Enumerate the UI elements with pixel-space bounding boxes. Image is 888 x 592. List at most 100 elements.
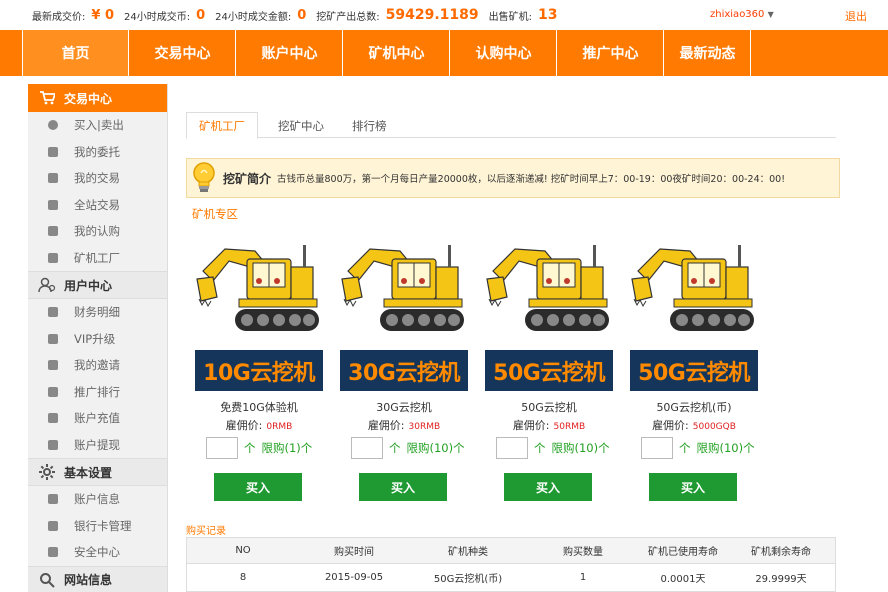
- sidebar-item-label: 账户信息: [74, 492, 120, 507]
- miners-sold-value: 13: [538, 7, 558, 23]
- sidebar-item-label: 财务明细: [74, 305, 120, 320]
- sidebar-header-user-label: 用户中心: [64, 278, 113, 293]
- tab-mining-center[interactable]: 挖矿中心: [266, 112, 336, 139]
- last-price-value: ¥ 0: [91, 7, 114, 23]
- table-cell: 1: [579, 572, 587, 583]
- buy-button[interactable]: 买入: [359, 473, 447, 501]
- inbox-icon: [48, 146, 58, 157]
- sidebar-item-security-center[interactable]: 安全中心: [28, 539, 167, 566]
- miner-card: 50G云挖机 50G云挖机(币) 雇佣价: 5000GQB 个 限购(10)个 买…: [630, 241, 758, 501]
- sidebar-item-finance[interactable]: 财务明细: [28, 299, 167, 326]
- document-icon: [48, 173, 58, 184]
- buy-button[interactable]: 买入: [504, 473, 592, 501]
- sidebar-item-vip-upgrade[interactable]: VIP升级: [28, 326, 167, 353]
- nav-news[interactable]: 最新动态: [664, 30, 751, 76]
- card-name: 免费10G体验机: [220, 401, 298, 414]
- sidebar-header-trade[interactable]: 交易中心: [28, 84, 167, 112]
- table-header: NO 购买时间 矿机种类 购买数量 矿机已使用寿命 矿机剩余寿命: [187, 538, 835, 564]
- quantity-unit: 个: [534, 441, 546, 455]
- sidebar-header-settings-label: 基本设置: [64, 465, 113, 480]
- quantity-unit: 个: [679, 441, 691, 455]
- excavator-image: 30G云挖机: [340, 241, 468, 391]
- sidebar-item-my-invites[interactable]: 我的邀请: [28, 352, 167, 379]
- notice-title: 挖矿简介: [223, 171, 272, 186]
- card-banner: 50G云挖机: [485, 350, 613, 391]
- purchase-limit: 限购(1)个: [261, 441, 313, 455]
- edit-icon: [48, 199, 58, 210]
- chevron-down-icon: ▼: [767, 10, 774, 19]
- excavator-icon: [195, 241, 323, 351]
- gear-icon: [38, 463, 56, 481]
- excavator-icon: [630, 241, 758, 351]
- card-price: 雇佣价: 50RMB: [485, 417, 613, 433]
- records-table: NO 购买时间 矿机种类 购买数量 矿机已使用寿命 矿机剩余寿命 8 2015-…: [186, 537, 836, 592]
- buy-button[interactable]: 买入: [649, 473, 737, 501]
- sidebar-item-label: 全站交易: [74, 197, 120, 212]
- sidebar-item-label: 我的邀请: [74, 358, 120, 373]
- sidebar-item-my-trades[interactable]: 我的交易: [28, 165, 167, 192]
- excavator-icon: [485, 241, 613, 351]
- quantity-input[interactable]: [641, 437, 673, 459]
- nav-account-center[interactable]: 账户中心: [236, 30, 343, 76]
- buy-button[interactable]: 买入: [214, 473, 302, 501]
- sidebar-item-label: 买入|卖出: [74, 118, 124, 133]
- sidebar-item-withdraw[interactable]: 账户提现: [28, 432, 167, 459]
- sidebar-item-bank-cards[interactable]: 银行卡管理: [28, 513, 167, 540]
- sidebar-item-label: 银行卡管理: [74, 518, 132, 533]
- card-banner: 10G云挖机: [195, 350, 323, 391]
- quantity-input[interactable]: [351, 437, 383, 459]
- mining-notice: 挖矿简介 古钱币总量800万，第一个月每日产量20000枚，以后逐渐递减! 挖矿…: [186, 158, 840, 198]
- sidebar-item-miner-factory[interactable]: 矿机工厂: [28, 245, 167, 272]
- table-cell: 2015-09-05: [324, 572, 384, 583]
- sidebar-item-my-subscriptions[interactable]: 我的认购: [28, 218, 167, 245]
- sidebar-item-label: 账户提现: [74, 437, 120, 452]
- lock-icon: [48, 547, 58, 558]
- card-banner: 30G云挖机: [340, 350, 468, 391]
- document-icon: [48, 439, 58, 450]
- logout-link[interactable]: 退出: [845, 8, 867, 24]
- sidebar-item-deposit[interactable]: 账户充值: [28, 405, 167, 432]
- column-header: NO: [235, 545, 251, 556]
- nav-subscribe-center[interactable]: 认购中心: [450, 30, 557, 76]
- miner-card: 30G云挖机 30G云挖机 雇佣价: 30RMB 个 限购(10)个 买入: [340, 241, 468, 501]
- price-label: 雇佣价:: [512, 419, 550, 432]
- sidebar: 交易中心 买入|卖出 我的委托 我的交易 全站交易 我的认购 矿机工厂 用户中心…: [28, 84, 168, 592]
- sidebar-header-site[interactable]: 网站信息: [28, 565, 167, 592]
- user-menu[interactable]: zhixiao360 ▼: [710, 9, 774, 20]
- sidebar-item-label: 推广排行: [74, 384, 120, 399]
- nav-trade-center[interactable]: 交易中心: [129, 30, 236, 76]
- tab-leaderboard[interactable]: 排行榜: [340, 112, 399, 139]
- quantity-unit: 个: [244, 441, 256, 455]
- sidebar-header-user[interactable]: 用户中心: [28, 271, 167, 299]
- nav-home[interactable]: 首页: [22, 30, 129, 76]
- sidebar-header-settings[interactable]: 基本设置: [28, 458, 167, 486]
- user-icon: [38, 276, 56, 294]
- quantity-row: 个 限购(10)个: [340, 437, 468, 459]
- mining-total-value: 59429.1189: [385, 7, 479, 23]
- sidebar-item-buy-sell[interactable]: 买入|卖出: [28, 112, 167, 139]
- card-price: 雇佣价: 30RMB: [340, 417, 468, 433]
- edit-icon: [48, 333, 58, 344]
- excavator-icon: [340, 241, 468, 351]
- amount-24h-value: 0: [297, 7, 307, 23]
- column-header: 购买数量: [563, 547, 603, 558]
- price-label: 雇佣价:: [367, 419, 405, 432]
- sidebar-item-label: 安全中心: [74, 545, 120, 560]
- price-label: 雇佣价:: [225, 419, 263, 432]
- lightbulb-icon: [191, 161, 217, 195]
- column-header: 矿机种类: [448, 547, 488, 558]
- nav-promotion-center[interactable]: 推广中心: [557, 30, 664, 76]
- sidebar-item-account-info[interactable]: 账户信息: [28, 486, 167, 513]
- sidebar-item-promotion-rank[interactable]: 推广排行: [28, 379, 167, 406]
- price-value: 0RMB: [266, 422, 293, 432]
- nav-miner-center[interactable]: 矿机中心: [343, 30, 450, 76]
- user-icon: [48, 494, 58, 505]
- sidebar-item-my-orders[interactable]: 我的委托: [28, 139, 167, 166]
- tab-miner-factory[interactable]: 矿机工厂: [186, 112, 258, 139]
- quantity-input[interactable]: [206, 437, 238, 459]
- quantity-input[interactable]: [496, 437, 528, 459]
- purchase-limit: 限购(10)个: [551, 441, 610, 455]
- sidebar-item-all-trades[interactable]: 全站交易: [28, 192, 167, 219]
- last-price-label: 最新成交价:: [32, 11, 86, 23]
- column-header: 矿机已使用寿命: [648, 547, 718, 558]
